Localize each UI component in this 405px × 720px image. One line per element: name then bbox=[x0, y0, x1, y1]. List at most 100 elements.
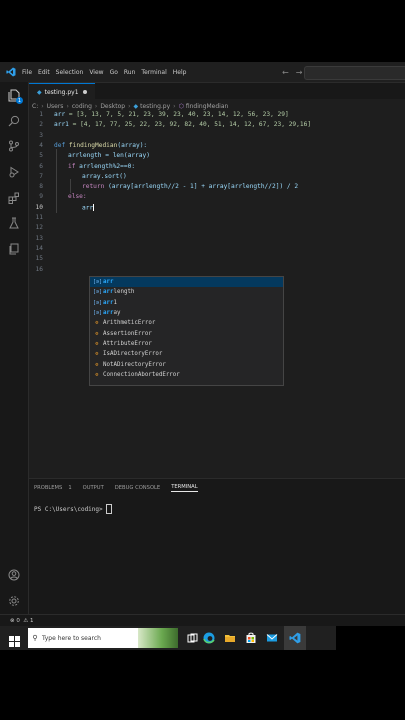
tab-debug-console[interactable]: DEBUG CONSOLE bbox=[115, 485, 160, 491]
text-cursor bbox=[93, 203, 95, 211]
breadcrumb-desktop[interactable]: Desktop bbox=[100, 103, 125, 110]
tab-output[interactable]: OUTPUT bbox=[83, 485, 104, 491]
terminal-cursor bbox=[105, 504, 112, 514]
line-number: 3 bbox=[39, 131, 43, 139]
breadcrumb-users[interactable]: Users bbox=[47, 103, 64, 110]
tab-filename: testing.py bbox=[44, 88, 75, 96]
suggestion-text: ArithmeticError bbox=[103, 320, 156, 327]
suggestion-item[interactable]: [ə] array bbox=[90, 308, 283, 318]
code-text: array.sort() bbox=[82, 172, 127, 180]
suggestion-item[interactable]: ⚙ NotADirectoryError bbox=[90, 359, 283, 369]
search-icon[interactable] bbox=[7, 114, 21, 128]
python-file-icon: ◆ bbox=[37, 88, 42, 96]
line-number: 2 bbox=[39, 121, 43, 129]
vscode-icon[interactable] bbox=[289, 632, 301, 644]
indent-guide bbox=[70, 179, 71, 193]
file-explorer-icon[interactable] bbox=[224, 632, 236, 644]
line-number: 9 bbox=[39, 193, 43, 201]
unsaved-dot-icon[interactable] bbox=[82, 90, 87, 94]
menu-selection[interactable]: Selection bbox=[56, 69, 84, 76]
chevron-right-icon: › bbox=[94, 102, 98, 110]
suggestion-item[interactable]: ⚙ AssertionError bbox=[90, 328, 283, 338]
menu-help[interactable]: Help bbox=[173, 69, 187, 76]
terminal-prompt[interactable]: PS C:\Users\coding> bbox=[34, 504, 112, 514]
suggestion-rest-text: 1 bbox=[113, 299, 117, 306]
code-line: else: bbox=[68, 193, 87, 200]
warning-count[interactable]: 1 bbox=[30, 618, 34, 624]
settings-gear-icon[interactable] bbox=[7, 594, 21, 608]
source-control-icon[interactable] bbox=[7, 139, 21, 153]
suggestion-match-text: arr bbox=[103, 289, 114, 296]
suggestion-item[interactable]: [ə] arr1 bbox=[90, 298, 283, 308]
breadcrumb-file[interactable]: testing.py bbox=[140, 103, 170, 110]
suggestion-item[interactable]: [ə] arrlength bbox=[90, 287, 283, 297]
suggestion-text: arrlength bbox=[103, 289, 134, 295]
arrow-right-icon[interactable]: → bbox=[296, 68, 303, 77]
class-icon: ⚙ bbox=[95, 340, 99, 347]
class-icon: ⚙ bbox=[95, 320, 99, 327]
code-line: arr1 = [4, 17, 77, 25, 22, 23, 92, 82, 4… bbox=[54, 121, 311, 128]
explorer-badge: 1 bbox=[16, 97, 23, 104]
tab-testing-py[interactable]: ◆ testing.py 1 bbox=[29, 83, 95, 100]
suggestion-text: arr bbox=[103, 279, 114, 286]
suggestion-rest-text: length bbox=[113, 289, 135, 296]
variable-icon: [ə] bbox=[93, 279, 103, 286]
suggestion-rest-text: ay bbox=[113, 310, 121, 317]
activity-bar: 1 bbox=[0, 82, 29, 614]
suggestion-text: AssertionError bbox=[103, 330, 152, 337]
suggestion-item[interactable]: ⚙ IsADirectoryError bbox=[90, 349, 283, 359]
tab-label: PROBLEMS bbox=[34, 485, 63, 491]
variable-icon: [ə] bbox=[93, 299, 103, 306]
line-number: 5 bbox=[39, 152, 43, 160]
suggestion-item[interactable]: ⚙ AttributeError bbox=[90, 339, 283, 349]
line-number: 11 bbox=[35, 214, 43, 221]
error-count[interactable]: 0 bbox=[16, 618, 20, 624]
tab-terminal[interactable]: TERMINAL bbox=[171, 484, 198, 492]
copy-icon[interactable] bbox=[7, 242, 21, 256]
menu-run[interactable]: Run bbox=[124, 69, 136, 76]
breadcrumb-drive[interactable]: C: bbox=[32, 103, 38, 110]
breadcrumb-symbol[interactable]: findingMedian bbox=[186, 103, 229, 110]
indent-guide bbox=[56, 149, 57, 213]
testing-icon[interactable] bbox=[7, 216, 21, 230]
files-icon[interactable]: 1 bbox=[7, 88, 23, 104]
extensions-icon[interactable] bbox=[7, 191, 21, 205]
suggestion-item[interactable]: ⚙ ConnectionAbortedError bbox=[90, 370, 283, 380]
menu-view[interactable]: View bbox=[89, 69, 103, 76]
suggestion-text: ConnectionAbortedError bbox=[103, 371, 180, 378]
tab-problems[interactable]: PROBLEMS 1 bbox=[34, 485, 72, 491]
code-line: return (array[arrlength//2 - 1] + array[… bbox=[82, 183, 298, 190]
tab-problem-count: 1 bbox=[74, 88, 79, 96]
store-icon[interactable] bbox=[245, 632, 257, 644]
search-icon: ⚲ bbox=[32, 634, 38, 642]
account-icon[interactable] bbox=[7, 568, 21, 582]
task-view-icon[interactable] bbox=[186, 632, 198, 644]
chevron-right-icon: › bbox=[128, 102, 131, 110]
error-icon[interactable]: ⊗ bbox=[10, 618, 15, 624]
prompt-text: PS C:\Users\coding> bbox=[34, 505, 103, 513]
taskbar-search-box[interactable]: ⚲ Type here to search bbox=[28, 628, 178, 648]
chevron-right-icon: › bbox=[66, 102, 69, 110]
variable-icon: [ə] bbox=[93, 310, 103, 317]
line-number: 13 bbox=[35, 234, 43, 242]
menu-edit[interactable]: Edit bbox=[38, 69, 50, 76]
warning-icon[interactable]: ⚠ bbox=[23, 618, 28, 624]
bottom-panel: PROBLEMS 1 OUTPUT DEBUG CONSOLE TERMINAL … bbox=[29, 478, 405, 615]
suggestion-text: IsADirectoryError bbox=[103, 351, 163, 358]
menu-go[interactable]: Go bbox=[110, 69, 118, 76]
menu-terminal[interactable]: Terminal bbox=[141, 69, 166, 76]
run-debug-icon[interactable] bbox=[7, 165, 21, 179]
windows-taskbar: ⚲ Type here to search bbox=[0, 626, 405, 650]
breadcrumb-coding[interactable]: coding bbox=[72, 103, 92, 110]
suggestion-item[interactable]: ⚙ ArithmeticError bbox=[90, 318, 283, 328]
autocomplete-suggestions: [ə] arr [ə] arrlength [ə] arr1 [ə] array ⚙ Ar… bbox=[89, 276, 284, 386]
command-center-search[interactable] bbox=[304, 66, 405, 80]
arrow-left-icon[interactable]: ← bbox=[282, 68, 289, 77]
mail-icon[interactable] bbox=[266, 632, 278, 644]
suggestion-item[interactable]: [ə] arr bbox=[90, 277, 283, 288]
menu-file[interactable]: File bbox=[22, 69, 32, 76]
identifier: arr1 bbox=[54, 121, 69, 129]
edge-icon[interactable] bbox=[203, 632, 215, 644]
windows-start-icon[interactable] bbox=[9, 632, 20, 647]
keyword: return bbox=[82, 183, 105, 191]
